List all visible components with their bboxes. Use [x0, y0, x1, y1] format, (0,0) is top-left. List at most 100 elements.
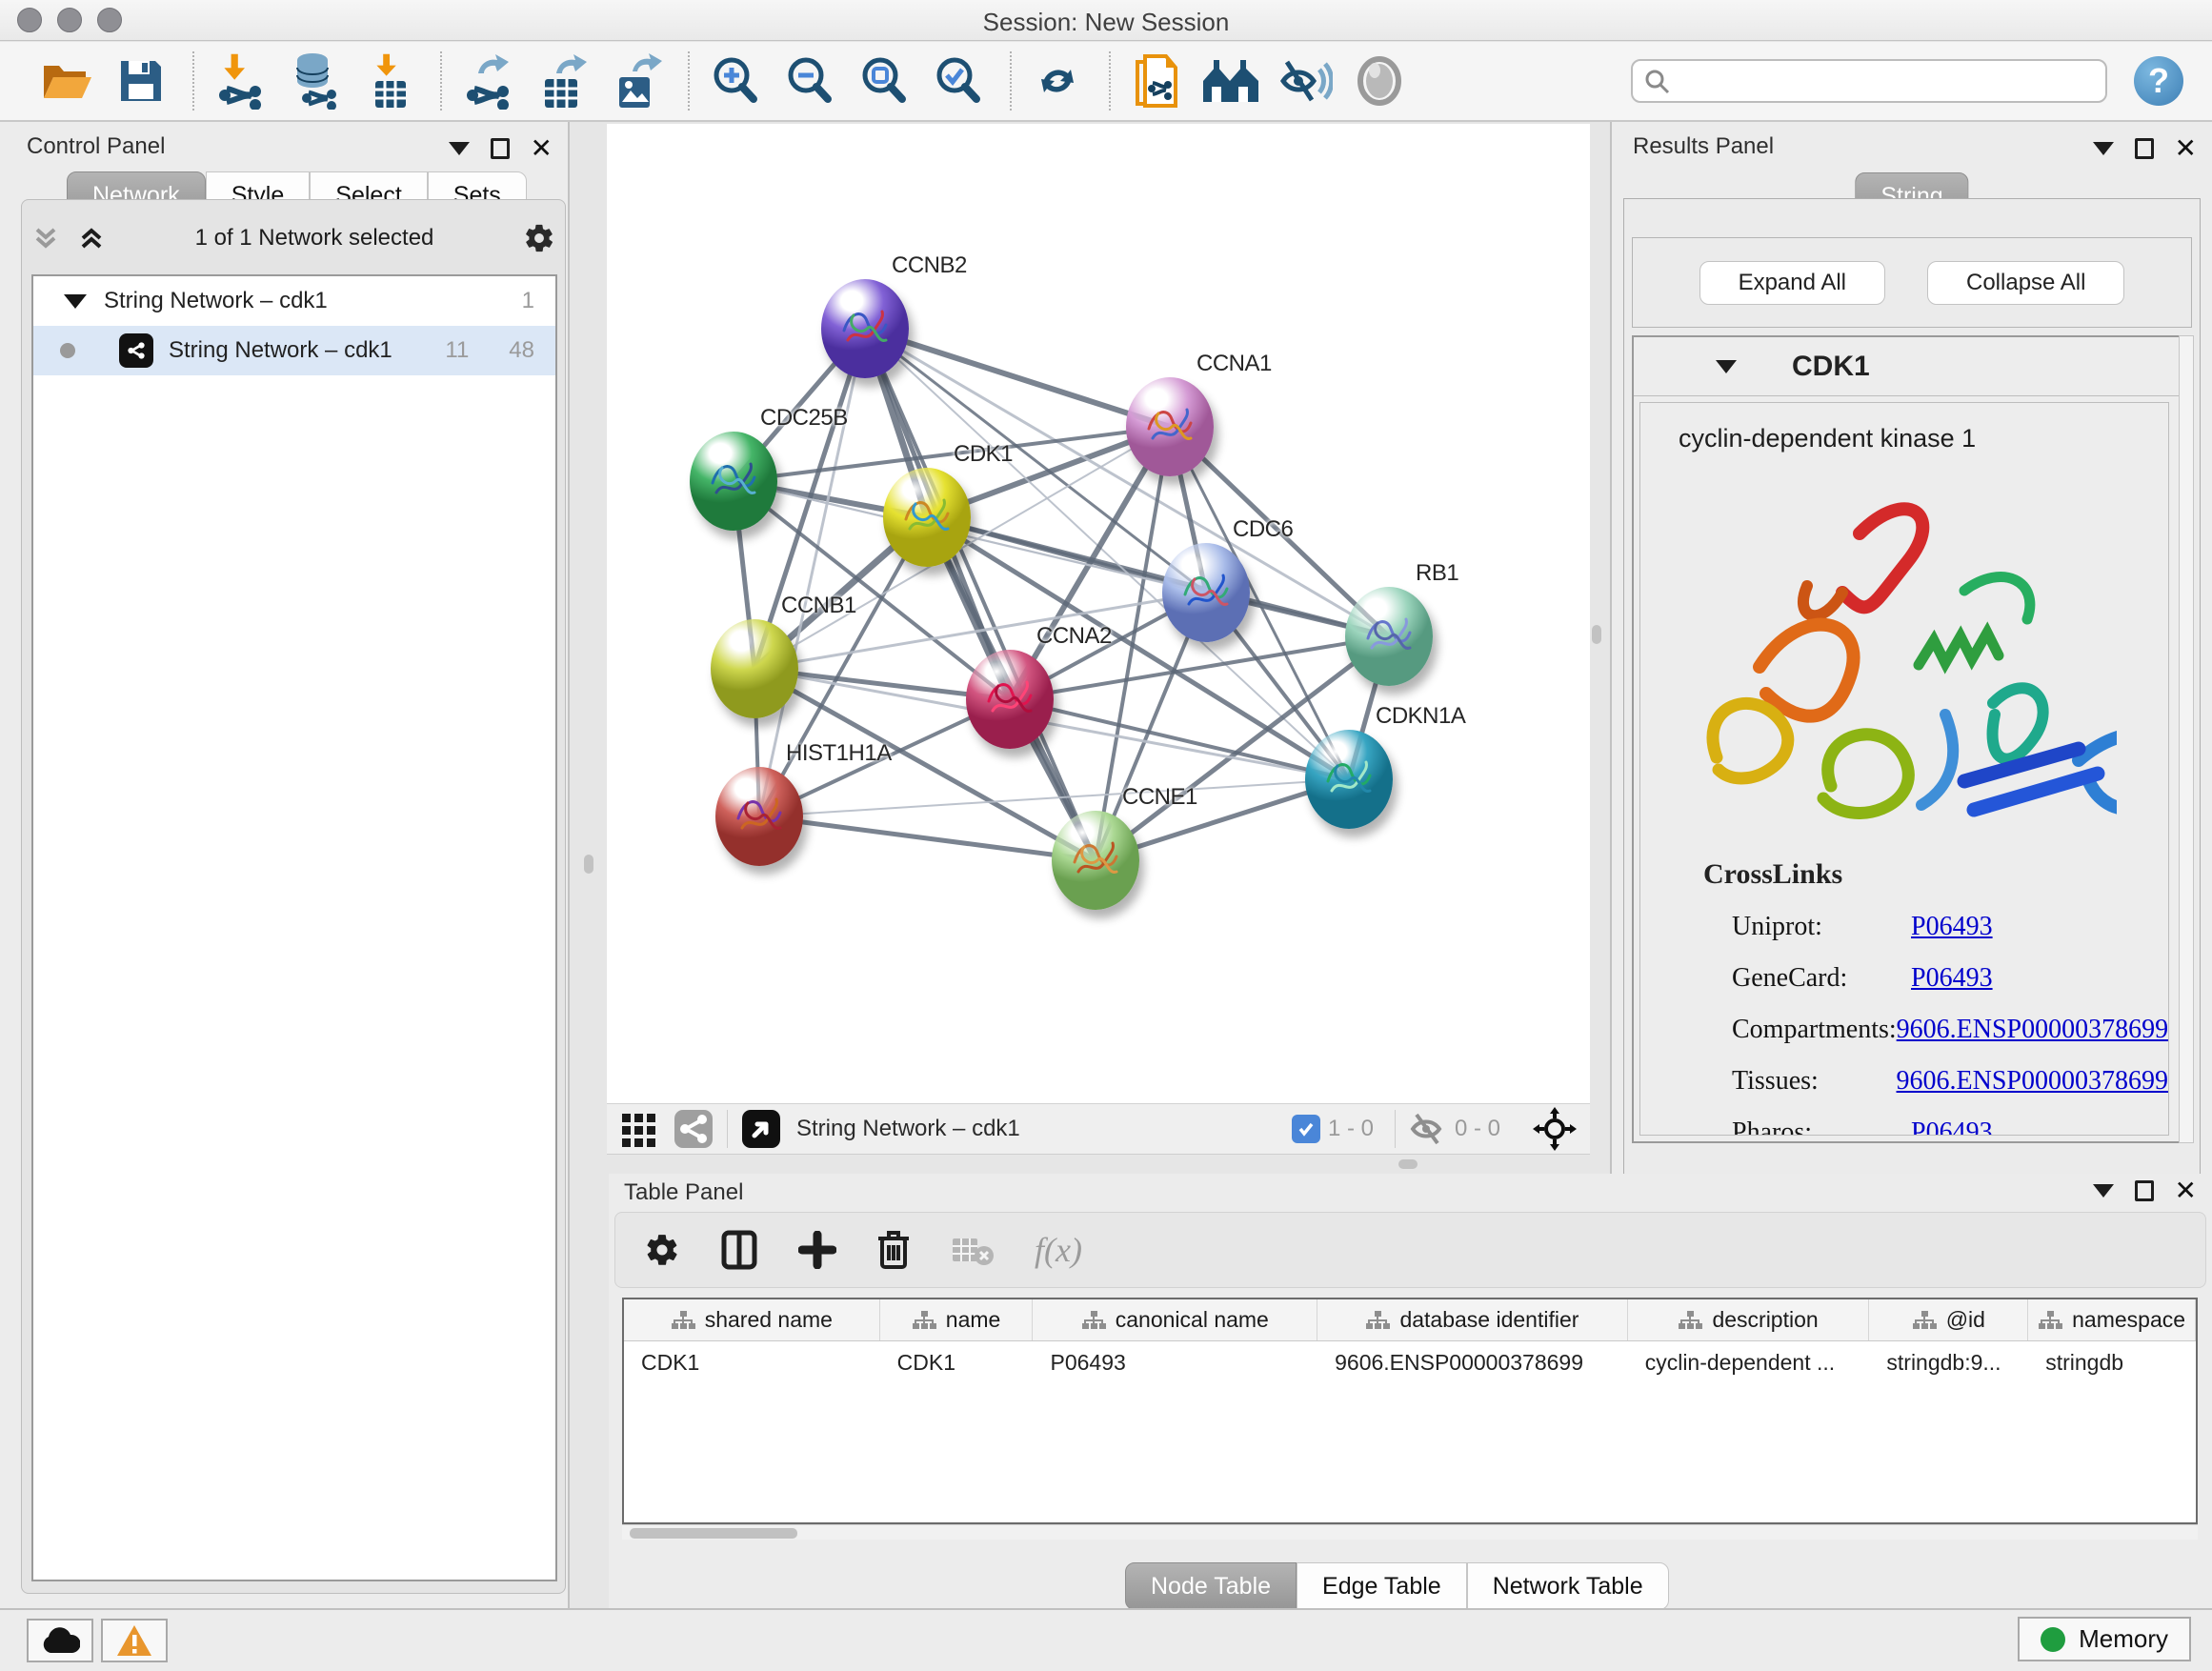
network-edge[interactable]: [759, 816, 1096, 860]
network-node-cdkn1a[interactable]: [1305, 730, 1393, 829]
crosslink-link[interactable]: 9606.ENSP00000378699: [1897, 1015, 2168, 1045]
navigator-crosshair-icon[interactable]: [1533, 1107, 1577, 1151]
column-header[interactable]: database identifier: [1317, 1299, 1628, 1340]
sphere-button[interactable]: [1349, 50, 1410, 111]
panel-float-icon[interactable]: [491, 138, 510, 159]
zoom-selected-button[interactable]: [928, 50, 989, 111]
warnings-button[interactable]: [101, 1619, 168, 1662]
network-node-cdc6[interactable]: [1162, 543, 1250, 642]
table-cell[interactable]: CDK1: [880, 1341, 1034, 1383]
import-table-button[interactable]: [358, 50, 419, 111]
table-cell[interactable]: CDK1: [624, 1341, 880, 1383]
table-cell[interactable]: cyclin-dependent ...: [1628, 1341, 1870, 1383]
import-database-button[interactable]: [284, 50, 345, 111]
results-scrollbar[interactable]: [2179, 335, 2194, 1143]
zoom-fit-button[interactable]: [854, 50, 915, 111]
open-session-button[interactable]: [36, 50, 97, 111]
network-node-cdk1[interactable]: [883, 468, 971, 567]
panel-menu-icon[interactable]: [2093, 1184, 2114, 1198]
gene-expander-icon[interactable]: [1716, 360, 1737, 373]
selected-checkbox-icon[interactable]: [1292, 1115, 1320, 1143]
network-canvas[interactable]: CCNB2CCNA1CDC25BCDK1CDC6RB1CCNB1CCNA2HIS…: [607, 124, 1590, 1103]
network-edge[interactable]: [865, 329, 1096, 860]
network-node-cdc25b[interactable]: [690, 432, 777, 531]
right-splitter-handle[interactable]: [1592, 625, 1601, 644]
gene-entry-header[interactable]: CDK1: [1634, 337, 2190, 396]
column-header[interactable]: shared name: [624, 1299, 880, 1340]
string-document-button[interactable]: [1126, 50, 1187, 111]
export-image-button[interactable]: [606, 50, 667, 111]
tab-edge-table[interactable]: Edge Table: [1297, 1562, 1467, 1610]
crosslink-link[interactable]: P06493: [1911, 912, 1993, 942]
thumbnail-grid-icon[interactable]: [620, 1110, 658, 1148]
show-columns-icon[interactable]: [720, 1229, 758, 1271]
cloud-status-button[interactable]: [27, 1619, 93, 1662]
tab-node-table[interactable]: Node Table: [1125, 1562, 1297, 1610]
table-cell[interactable]: P06493: [1033, 1341, 1317, 1383]
expand-all-icon[interactable]: [77, 226, 106, 251]
column-header[interactable]: @id: [1869, 1299, 2028, 1340]
table-cell[interactable]: stringdb:9...: [1869, 1341, 2028, 1383]
crosslink-link[interactable]: P06493: [1911, 963, 1993, 994]
export-table-button[interactable]: [532, 50, 593, 111]
share-view-icon[interactable]: [674, 1109, 714, 1149]
expand-all-button[interactable]: Expand All: [1699, 261, 1885, 305]
open-view-icon[interactable]: [741, 1109, 781, 1149]
panel-float-icon[interactable]: [2135, 1180, 2154, 1201]
refresh-button[interactable]: [1027, 50, 1088, 111]
network-node-hist1h1a[interactable]: [715, 767, 803, 866]
protein-ribbon-thumbnail: [1360, 608, 1418, 665]
delete-column-icon[interactable]: [876, 1229, 911, 1271]
collapse-all-icon[interactable]: [31, 226, 60, 251]
network-edge[interactable]: [865, 329, 1170, 427]
string-home-button[interactable]: [1200, 50, 1261, 111]
memory-button[interactable]: Memory: [2018, 1617, 2191, 1661]
column-header[interactable]: canonical name: [1033, 1299, 1317, 1340]
panel-menu-icon[interactable]: [2093, 142, 2114, 155]
network-node-rb1[interactable]: [1345, 587, 1433, 686]
bottom-splitter-handle[interactable]: [1398, 1159, 1418, 1169]
crosslink-link[interactable]: P06493: [1911, 1117, 1993, 1136]
node-label: CDKN1A: [1376, 703, 1465, 730]
scrollbar-thumb[interactable]: [630, 1528, 797, 1539]
network-node-ccnb2[interactable]: [821, 279, 909, 378]
add-column-icon[interactable]: [798, 1231, 836, 1269]
table-settings-gear-icon[interactable]: [644, 1232, 680, 1268]
network-node-ccnb1[interactable]: [711, 619, 798, 718]
network-options-gear-icon[interactable]: [523, 222, 555, 254]
save-session-button[interactable]: [111, 50, 171, 111]
panel-menu-icon[interactable]: [449, 142, 470, 155]
zoom-in-button[interactable]: [705, 50, 766, 111]
left-splitter-handle[interactable]: [584, 855, 593, 874]
import-network-button[interactable]: [210, 50, 271, 111]
crosslink-link[interactable]: 9606.ENSP00000378699: [1897, 1066, 2168, 1097]
enrichment-eye-button[interactable]: [1275, 50, 1336, 111]
network-node-ccna2[interactable]: [966, 650, 1054, 749]
zoom-out-button[interactable]: [779, 50, 840, 111]
table-cell[interactable]: 9606.ENSP00000378699: [1317, 1341, 1628, 1383]
tree-expander-icon[interactable]: [64, 294, 87, 309]
column-header[interactable]: description: [1628, 1299, 1870, 1340]
export-network-button[interactable]: [457, 50, 518, 111]
panel-close-icon[interactable]: ✕: [531, 135, 553, 162]
help-button[interactable]: ?: [2134, 56, 2183, 106]
table-cell[interactable]: stringdb: [2028, 1341, 2196, 1383]
export-image-icon: [610, 52, 663, 110]
status-bar: Memory: [0, 1608, 2212, 1671]
network-tree-root-row[interactable]: String Network – cdk1 1: [33, 276, 555, 326]
column-header[interactable]: name: [880, 1299, 1034, 1340]
search-input[interactable]: [1631, 59, 2107, 103]
panel-float-icon[interactable]: [2135, 138, 2154, 159]
panel-close-icon[interactable]: ✕: [2175, 135, 2197, 162]
network-tree-child-row[interactable]: String Network – cdk1 11 48: [33, 326, 555, 375]
column-header[interactable]: namespace: [2028, 1299, 2196, 1340]
panel-close-icon[interactable]: ✕: [2175, 1178, 2197, 1204]
node-table[interactable]: shared namenamecanonical namedatabase id…: [622, 1298, 2198, 1524]
collapse-all-button[interactable]: Collapse All: [1927, 261, 2124, 305]
table-row[interactable]: CDK1CDK1P064939606.ENSP00000378699cyclin…: [624, 1341, 2196, 1383]
network-node-ccne1[interactable]: [1052, 811, 1139, 910]
table-horizontal-scrollbar[interactable]: [622, 1524, 2198, 1540]
hidden-eye-icon[interactable]: [1409, 1113, 1447, 1145]
tab-network-table[interactable]: Network Table: [1467, 1562, 1669, 1610]
network-node-ccna1[interactable]: [1126, 377, 1214, 476]
